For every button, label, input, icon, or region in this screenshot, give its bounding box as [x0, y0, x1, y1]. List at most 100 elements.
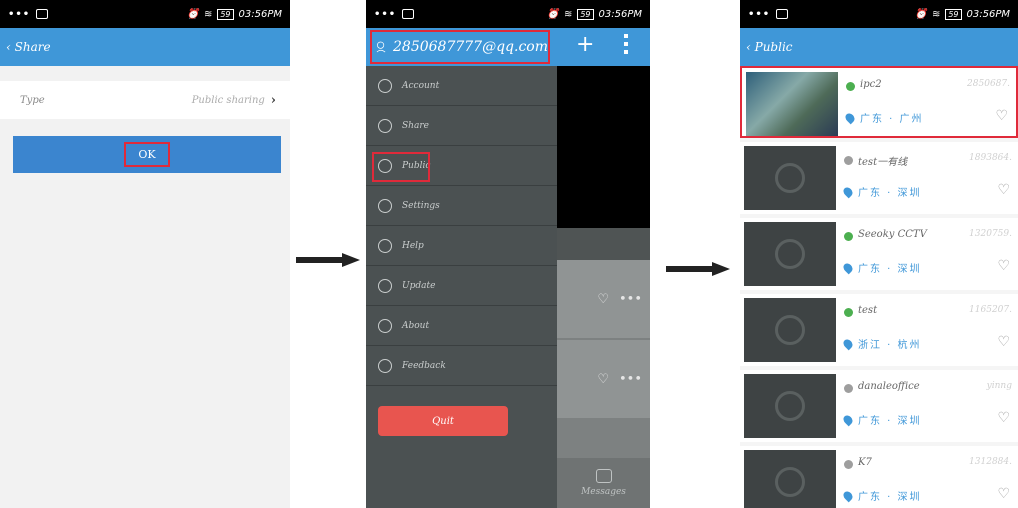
video-preview — [557, 66, 650, 228]
menu-item-label: Feedback — [402, 360, 446, 371]
alarm-icon: ⏰ — [914, 8, 927, 20]
camera-name: Seeoky CCTV — [858, 229, 927, 240]
camera-id: 1320759. — [969, 229, 1012, 239]
menu-screen: ••• ⏰ ≋ 59 03:56PM 2850687777@qq.com + A… — [366, 0, 650, 508]
section-header — [557, 228, 650, 260]
image-icon — [402, 9, 415, 19]
account-icon — [378, 78, 392, 93]
messages-tab[interactable]: Messages — [557, 458, 650, 508]
status-dot — [844, 156, 853, 165]
notification-dots: ••• — [374, 8, 397, 20]
camera-placeholder-icon — [744, 450, 836, 508]
camera-name: danaleoffice — [858, 381, 920, 392]
camera-location: 广东 · 深圳 — [858, 264, 922, 275]
camera-name: test — [858, 305, 878, 316]
heart-icon[interactable]: ♡ — [997, 182, 1010, 198]
camera-list-item[interactable]: ipc2 2850687. 广东 · 广州 ♡ — [740, 66, 1018, 138]
camera-list-item[interactable]: Seeoky CCTV 1320759. 广东 · 深圳 ♡ — [740, 218, 1018, 290]
image-icon — [776, 9, 789, 19]
menu-item-about[interactable]: About — [366, 306, 557, 346]
heart-icon[interactable]: ♡ — [597, 372, 609, 387]
type-label: Type — [20, 94, 45, 106]
heart-icon[interactable]: ♡ — [997, 410, 1010, 426]
camera-list-item[interactable]: K7 1312884. 广东 · 深圳 ♡ — [740, 446, 1018, 508]
camera-list-item[interactable]: test一有线 1893864. 广东 · 深圳 ♡ — [740, 142, 1018, 214]
back-button[interactable]: ‹ Public — [746, 40, 793, 54]
notification-dots: ••• — [748, 8, 771, 20]
menu-item-label: Account — [402, 80, 440, 91]
feedback-icon — [378, 358, 392, 373]
camera-location: 广东 · 深圳 — [858, 492, 922, 503]
battery-icon: 59 — [577, 8, 594, 20]
share-screen: ••• ⏰ ≋ 59 03:56PM ‹ Share Type Public s… — [0, 0, 290, 508]
back-button[interactable]: ‹ Share — [6, 40, 51, 54]
status-dot — [844, 384, 853, 393]
title-bar: ‹ Share — [0, 28, 290, 66]
heart-icon[interactable]: ♡ — [597, 292, 609, 307]
lens-icon — [775, 391, 805, 421]
menu-item-label: Update — [402, 280, 436, 291]
add-icon[interactable]: + — [576, 32, 594, 57]
more-horiz-icon[interactable]: ••• — [619, 292, 642, 307]
heart-icon[interactable]: ♡ — [997, 258, 1010, 274]
ok-button[interactable]: OK — [13, 136, 281, 173]
menu-item-public[interactable]: Public — [366, 146, 557, 186]
camera-placeholder-icon — [744, 374, 836, 438]
heart-icon[interactable]: ♡ — [995, 108, 1008, 124]
camera-placeholder-icon — [744, 146, 836, 210]
background-content: ♡ ••• ♡ ••• Messages — [557, 66, 650, 508]
quit-button[interactable]: Quit — [378, 406, 508, 436]
camera-id: 1165207. — [969, 305, 1012, 315]
camera-list-item[interactable]: test 1165207. 浙江 · 杭州 ♡ — [740, 294, 1018, 366]
camera-id: 2850687. — [967, 79, 1010, 89]
menu-item-share[interactable]: Share — [366, 106, 557, 146]
public-screen: ••• ⏰ ≋ 59 03:56PM ‹ Public ipc2 2850687.… — [740, 0, 1018, 508]
info-icon — [378, 318, 392, 333]
menu-item-settings[interactable]: Settings — [366, 186, 557, 226]
wifi-icon: ≋ — [931, 8, 941, 20]
camera-location: 浙江 · 杭州 — [858, 340, 922, 351]
camera-placeholder-icon — [744, 222, 836, 286]
location-pin-icon — [841, 261, 855, 275]
messages-label: Messages — [581, 487, 626, 497]
lens-icon — [775, 239, 805, 269]
menu-item-help[interactable]: Help — [366, 226, 557, 266]
clock: 03:56PM — [238, 8, 282, 20]
lens-icon — [775, 467, 805, 497]
type-row[interactable]: Type Public sharing › — [0, 81, 290, 119]
more-horiz-icon[interactable]: ••• — [619, 372, 642, 387]
camera-id: 1312884. — [969, 457, 1012, 467]
list-item[interactable]: ♡ ••• — [557, 260, 650, 338]
wifi-icon: ≋ — [203, 8, 213, 20]
location-pin-icon — [841, 489, 855, 503]
share-icon — [378, 118, 392, 133]
help-icon — [378, 238, 392, 253]
list-item[interactable]: ♡ ••• — [557, 340, 650, 418]
camera-id: yinng — [986, 381, 1012, 391]
highlight-box — [372, 152, 430, 182]
alarm-icon: ⏰ — [186, 8, 199, 20]
menu-item-label: Share — [402, 120, 429, 131]
chevron-right-icon: › — [270, 92, 276, 108]
status-dot — [844, 460, 853, 469]
message-icon — [595, 469, 612, 483]
menu-item-label: About — [402, 320, 430, 331]
camera-name: ipc2 — [860, 79, 882, 90]
update-icon — [378, 278, 392, 293]
camera-list-item[interactable]: danaleoffice yinng 广东 · 深圳 ♡ — [740, 370, 1018, 442]
menu-item-update[interactable]: Update — [366, 266, 557, 306]
location-pin-icon — [841, 337, 855, 351]
location-pin-icon — [843, 111, 857, 125]
ok-label: OK — [124, 142, 170, 167]
heart-icon[interactable]: ♡ — [997, 486, 1010, 502]
nav-drawer: Account Share Public Settings Help Update Abou… — [366, 66, 557, 508]
account-email: 2850687777@qq.com — [393, 39, 548, 55]
more-vert-icon[interactable] — [624, 34, 628, 58]
menu-item-feedback[interactable]: Feedback — [366, 346, 557, 386]
camera-thumbnail — [746, 72, 838, 136]
account-header[interactable]: 2850687777@qq.com — [370, 30, 550, 64]
camera-placeholder-icon — [744, 298, 836, 362]
menu-item-account[interactable]: Account — [366, 66, 557, 106]
heart-icon[interactable]: ♡ — [997, 334, 1010, 350]
status-bar: ••• ⏰ ≋ 59 03:56PM — [740, 0, 1018, 28]
